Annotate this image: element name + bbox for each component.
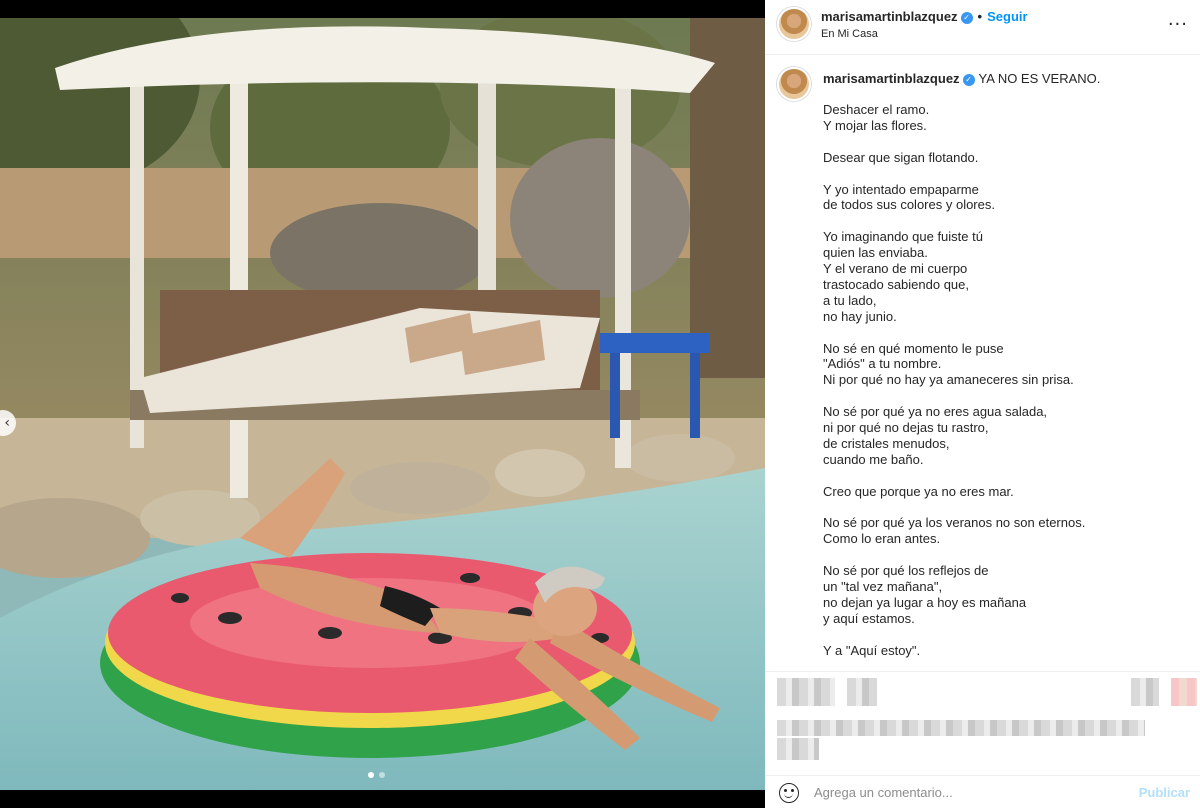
caption-head: marisamartinblazquez ✓ YA NO ES VERANO. bbox=[823, 71, 1100, 86]
blurred-timestamp bbox=[777, 738, 819, 760]
caption: marisamartinblazquez ✓ YA NO ES VERANO. De… bbox=[765, 56, 1200, 671]
caption-stanza: No sé por qué los reflejos de un "tal vez… bbox=[823, 563, 1183, 627]
caption-stanza: No sé por qué ya no eres agua salada, ni … bbox=[823, 404, 1183, 468]
separator-dot: • bbox=[977, 9, 983, 24]
caption-lead: YA NO ES VERANO. bbox=[978, 71, 1101, 86]
caption-line: No sé por qué los reflejos de bbox=[823, 563, 989, 579]
caption-line: "Adiós" a tu nombre. bbox=[823, 356, 942, 372]
post-side-panel: marisamartinblazquez ✓ • Seguir En Mi Casa … bbox=[765, 0, 1200, 808]
caption-stanza: Deshacer el ramo. Y mojar las flores. bbox=[823, 102, 1183, 134]
caption-line: Y mojar las flores. bbox=[823, 117, 927, 133]
caption-line: un "tal vez mañana", bbox=[823, 579, 943, 595]
verified-badge-icon: ✓ bbox=[960, 11, 973, 24]
caption-line: Ni por qué no hay ya amaneceres sin pris… bbox=[823, 372, 1074, 388]
caption-line: Como lo eran antes. bbox=[823, 531, 941, 547]
caption-line: ni por qué no dejas tu rastro, bbox=[823, 420, 989, 436]
likes-section-blurred bbox=[765, 671, 1200, 775]
carousel-dot bbox=[379, 772, 385, 778]
comment-bar: Publicar bbox=[765, 775, 1200, 808]
follow-button[interactable]: Seguir bbox=[987, 9, 1027, 24]
caption-poem: Deshacer el ramo. Y mojar las flores. Dese… bbox=[823, 102, 1183, 671]
caption-line: No sé por qué ya no eres agua salada, bbox=[823, 404, 1048, 420]
caption-line: Creo que porque ya no eres mar. bbox=[823, 483, 1014, 499]
avatar[interactable] bbox=[777, 67, 811, 101]
avatar[interactable] bbox=[777, 7, 811, 41]
carousel-dots bbox=[368, 772, 385, 778]
carousel-dot bbox=[368, 772, 374, 778]
emoji-mouth bbox=[784, 793, 793, 798]
caption-line: Y yo intentado empaparme bbox=[823, 181, 979, 197]
post-photo[interactable]: ‹ bbox=[0, 18, 765, 790]
caption-stanza: Yo imaginando que fuiste tú quien las env… bbox=[823, 229, 1183, 324]
caption-line: trastocado sabiendo que, bbox=[823, 276, 969, 292]
header-name-row: marisamartinblazquez ✓ • Seguir bbox=[821, 9, 1028, 24]
blurred-icon bbox=[1171, 678, 1197, 706]
blurred-icon bbox=[1131, 678, 1159, 706]
caption-stanza: Y yo intentado empaparme de todos sus col… bbox=[823, 182, 1183, 214]
caption-line: Yo imaginando que fuiste tú bbox=[823, 229, 983, 245]
caption-line: no dejan ya lugar a hoy es mañana bbox=[823, 594, 1027, 610]
publish-button[interactable]: Publicar bbox=[1139, 785, 1190, 800]
caption-line: Y a "Aquí estoy". bbox=[823, 642, 921, 658]
verified-badge-icon: ✓ bbox=[962, 73, 975, 86]
location-link[interactable]: En Mi Casa bbox=[821, 28, 878, 40]
caption-line: quien las enviaba. bbox=[823, 245, 928, 261]
photo-illustration bbox=[0, 18, 765, 790]
caption-stanza: No sé por qué ya los veranos no son eter… bbox=[823, 515, 1183, 547]
caption-username-link[interactable]: marisamartinblazquez bbox=[823, 71, 960, 86]
caption-line: cuando me baño. bbox=[823, 451, 924, 467]
more-options-icon[interactable]: ··· bbox=[1168, 14, 1188, 35]
caption-line: no hay junio. bbox=[823, 308, 897, 324]
caption-stanza: Creo que porque ya no eres mar. bbox=[823, 484, 1183, 500]
caption-stanza: Desear que sigan flotando. bbox=[823, 150, 1183, 166]
caption-line: Desear que sigan flotando. bbox=[823, 149, 979, 165]
caption-line: Y el verano de mi cuerpo bbox=[823, 261, 968, 277]
caption-line: a tu lado, bbox=[823, 292, 877, 308]
emoji-icon[interactable] bbox=[779, 783, 799, 803]
comment-input[interactable] bbox=[814, 782, 1134, 802]
caption-stanza: No sé en qué momento le puse "Adiós" a tu… bbox=[823, 341, 1183, 389]
caption-line: y aquí estamos. bbox=[823, 610, 915, 626]
caption-line: No sé por qué ya los veranos no son eter… bbox=[823, 515, 1086, 531]
caption-line: No sé en qué momento le puse bbox=[823, 340, 1004, 356]
caption-line: de cristales menudos, bbox=[823, 435, 950, 451]
caption-stanza: Y a "Aquí estoy". bbox=[823, 643, 1183, 659]
blurred-likers bbox=[777, 678, 835, 706]
post-header: marisamartinblazquez ✓ • Seguir En Mi Casa … bbox=[765, 0, 1200, 55]
caption-line: Deshacer el ramo. bbox=[823, 102, 930, 117]
caption-line: de todos sus colores y olores. bbox=[823, 197, 995, 213]
username-link[interactable]: marisamartinblazquez bbox=[821, 9, 958, 24]
blurred-like-count bbox=[777, 720, 1145, 736]
blurred-likers bbox=[847, 678, 877, 706]
